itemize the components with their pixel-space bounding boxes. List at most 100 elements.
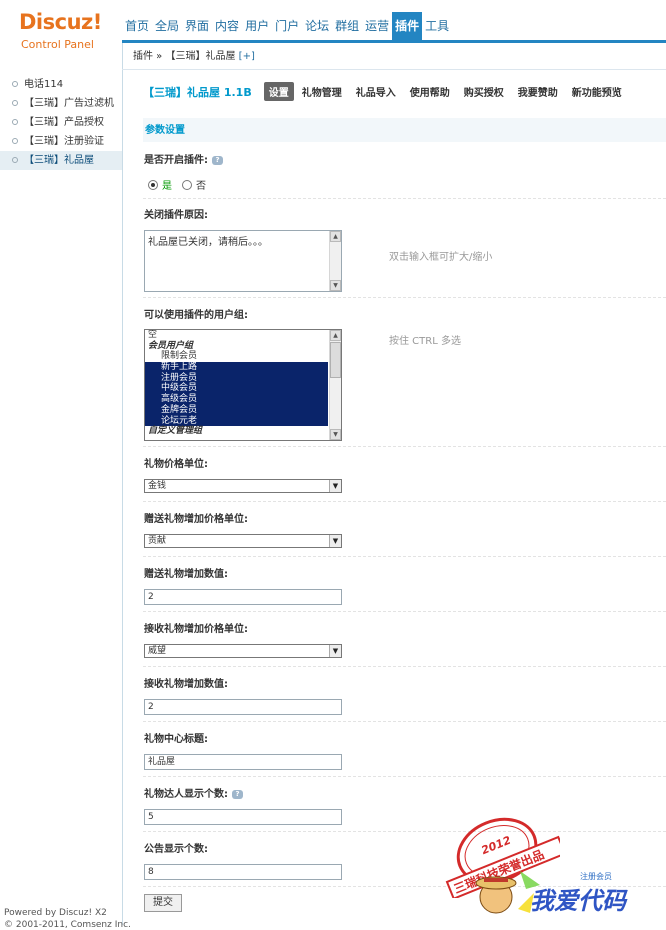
recv-add-unit-label: 接收礼物增加价格单位: — [144, 624, 248, 635]
textarea-scrollbar[interactable]: ▲ ▼ — [329, 231, 341, 291]
top-nav: 首页 全局 界面 内容 用户 门户 论坛 群组 运营 插件 工具 — [122, 10, 452, 40]
usergroup-option[interactable]: 高级会员 — [145, 394, 328, 405]
close-reason-value: 礼品屋已关闭，请稍后。。。 — [148, 237, 268, 248]
usergroup-option[interactable]: 金牌会员 — [145, 404, 328, 416]
top-nav-item[interactable]: 论坛 — [302, 12, 332, 40]
watermark-logo: 注册会员 我爱代码 — [475, 871, 628, 915]
usergroups-hint: 按住 CTRL 多选 — [389, 336, 461, 347]
close-reason-textarea[interactable]: 礼品屋已关闭，请稍后。。。 ▲ ▼ — [144, 230, 342, 292]
left-nav-item[interactable]: 【三瑞】广告过滤机 — [0, 94, 122, 113]
section-title: 参数设置 — [143, 118, 666, 142]
watermark-text: 我爱代码 — [530, 887, 628, 915]
usergroups-multiselect[interactable]: 空会员用户组 限制会员 新手上路 注册会员 中级会员 高级会员 金牌会员 论坛元老 自定义管理组… — [144, 329, 342, 441]
gift-add-value-input[interactable]: 2 — [144, 589, 342, 605]
listbox-scrollbar[interactable]: ▲ ▼ — [329, 330, 341, 440]
top-count-input[interactable]: 5 — [144, 809, 342, 825]
gift-add-unit-select[interactable]: 贡献 ▼ — [144, 534, 342, 548]
close-reason-label: 关闭插件原因: — [144, 210, 208, 221]
scroll-down-arrow-icon[interactable]: ▼ — [330, 280, 341, 291]
notice-count-input[interactable]: 8 — [144, 864, 342, 880]
bullet-icon — [12, 157, 18, 163]
top-nav-item[interactable]: 用户 — [242, 12, 272, 40]
copyright: © 2001-2011, Comsenz Inc. — [4, 920, 131, 930]
bullet-icon — [12, 119, 18, 125]
left-nav-item[interactable]: 【三瑞】产品授权 — [0, 113, 122, 132]
left-nav-label: 电话114 — [24, 79, 64, 90]
left-nav-label: 【三瑞】礼品屋 — [24, 155, 94, 166]
price-unit-select[interactable]: 金钱 ▼ — [144, 479, 342, 493]
center-title-input[interactable]: 礼品屋 — [144, 754, 342, 770]
enable-label: 是否开启插件:? — [144, 151, 223, 166]
left-nav-label: 【三瑞】广告过滤机 — [24, 98, 114, 109]
top-nav-item[interactable]: 界面 — [182, 12, 212, 40]
top-count-label: 礼物达人显示个数:? — [144, 785, 243, 800]
price-unit-value: 金钱 — [148, 481, 167, 491]
plugin-tab[interactable]: 新功能预览 — [572, 84, 622, 99]
logo-subtitle: Control Panel — [21, 38, 94, 51]
enable-no-radio[interactable] — [182, 179, 192, 190]
help-icon[interactable]: ? — [232, 789, 243, 799]
plugin-tab[interactable]: 礼品导入 — [356, 84, 396, 99]
bullet-icon — [12, 138, 18, 144]
divider — [143, 501, 666, 502]
usergroup-option[interactable]: 空 — [145, 330, 328, 341]
logo[interactable]: Discuz! Control Panel — [0, 0, 122, 68]
left-nav-item[interactable]: 【三瑞】注册验证 — [0, 132, 122, 151]
breadcrumb-text[interactable]: 插件 » 【三瑞】礼品屋 — [133, 51, 235, 62]
plugin-tab[interactable]: 我要赞助 — [518, 84, 558, 99]
top-nav-item[interactable]: 门户 — [272, 12, 302, 40]
left-nav-item[interactable]: 【三瑞】礼品屋 — [0, 151, 122, 170]
usergroup-option[interactable]: 注册会员 — [145, 372, 328, 384]
dropdown-arrow-icon[interactable]: ▼ — [329, 535, 341, 547]
recv-add-value-input[interactable]: 2 — [144, 699, 342, 715]
plugin-tab[interactable]: 礼物管理 — [302, 84, 342, 99]
usergroup-option[interactable]: 中级会员 — [145, 383, 328, 395]
divider — [143, 556, 666, 557]
close-reason-hint: 双击输入框可扩大/缩小 — [389, 252, 493, 263]
divider — [143, 446, 666, 447]
plugin-tab[interactable]: 设置 — [263, 82, 294, 101]
enable-yes-label[interactable]: 是 — [162, 177, 172, 192]
breadcrumb-add[interactable]: [+] — [239, 51, 255, 62]
top-nav-item[interactable]: 工具 — [422, 12, 452, 40]
left-nav-item[interactable]: 电话114 — [0, 75, 122, 94]
top-nav-item[interactable]: 内容 — [212, 12, 242, 40]
scroll-up-arrow-icon[interactable]: ▲ — [330, 231, 341, 242]
plugin-subnav: 【三瑞】礼品屋 1.1B 设置 礼物管理 礼品导入 使用帮助 购买授权 我要赞助 新功能预览 — [143, 82, 636, 101]
top-bar: 首页 全局 界面 内容 用户 门户 论坛 群组 运营 插件 工具 — [122, 0, 666, 43]
dropdown-arrow-icon[interactable]: ▼ — [329, 480, 341, 492]
notice-count-label: 公告显示个数: — [144, 844, 208, 855]
help-icon[interactable]: ? — [212, 155, 223, 165]
usergroup-option[interactable]: 新手上路 — [145, 362, 328, 373]
top-nav-item[interactable]: 运营 — [362, 12, 392, 40]
plugin-tab[interactable]: 使用帮助 — [410, 84, 450, 99]
top-nav-item[interactable]: 群组 — [332, 12, 362, 40]
top-nav-item[interactable]: 首页 — [122, 12, 152, 40]
top-nav-item[interactable]: 插件 — [392, 12, 423, 40]
enable-no-label[interactable]: 否 — [196, 177, 206, 192]
bullet-icon — [12, 100, 18, 106]
left-panel: Discuz! Control Panel 电话114 【三瑞】广告过滤机 【三瑞】… — [0, 0, 131, 930]
top-nav-item[interactable]: 全局 — [152, 12, 182, 40]
plugin-tab[interactable]: 购买授权 — [464, 84, 504, 99]
powered-by[interactable]: Powered by Discuz! X2 — [4, 908, 107, 918]
usergroup-option[interactable]: 会员用户组 — [145, 341, 328, 352]
divider — [143, 198, 666, 199]
scroll-down-arrow-icon[interactable]: ▼ — [330, 429, 341, 440]
recv-add-unit-select[interactable]: 威望 ▼ — [144, 644, 342, 658]
usergroups-label: 可以使用插件的用户组: — [144, 310, 248, 321]
usergroup-option[interactable]: 论坛元老 — [145, 415, 328, 427]
gift-add-unit-label: 赠送礼物增加价格单位: — [144, 514, 248, 525]
usergroup-option[interactable]: 限制会员 — [145, 351, 328, 362]
submit-button[interactable]: 提交 — [144, 894, 182, 912]
gift-add-unit-value: 贡献 — [148, 536, 167, 546]
scroll-up-arrow-icon[interactable]: ▲ — [330, 330, 341, 341]
left-nav-label: 【三瑞】注册验证 — [24, 136, 104, 147]
scroll-thumb[interactable] — [330, 342, 341, 378]
enable-yes-radio[interactable] — [148, 179, 158, 190]
divider — [143, 831, 666, 832]
dropdown-arrow-icon[interactable]: ▼ — [329, 645, 341, 657]
center-title-label: 礼物中心标题: — [144, 734, 208, 745]
stamp-year: 2012 — [480, 833, 514, 857]
usergroup-option[interactable]: 自定义管理组 — [145, 426, 328, 437]
